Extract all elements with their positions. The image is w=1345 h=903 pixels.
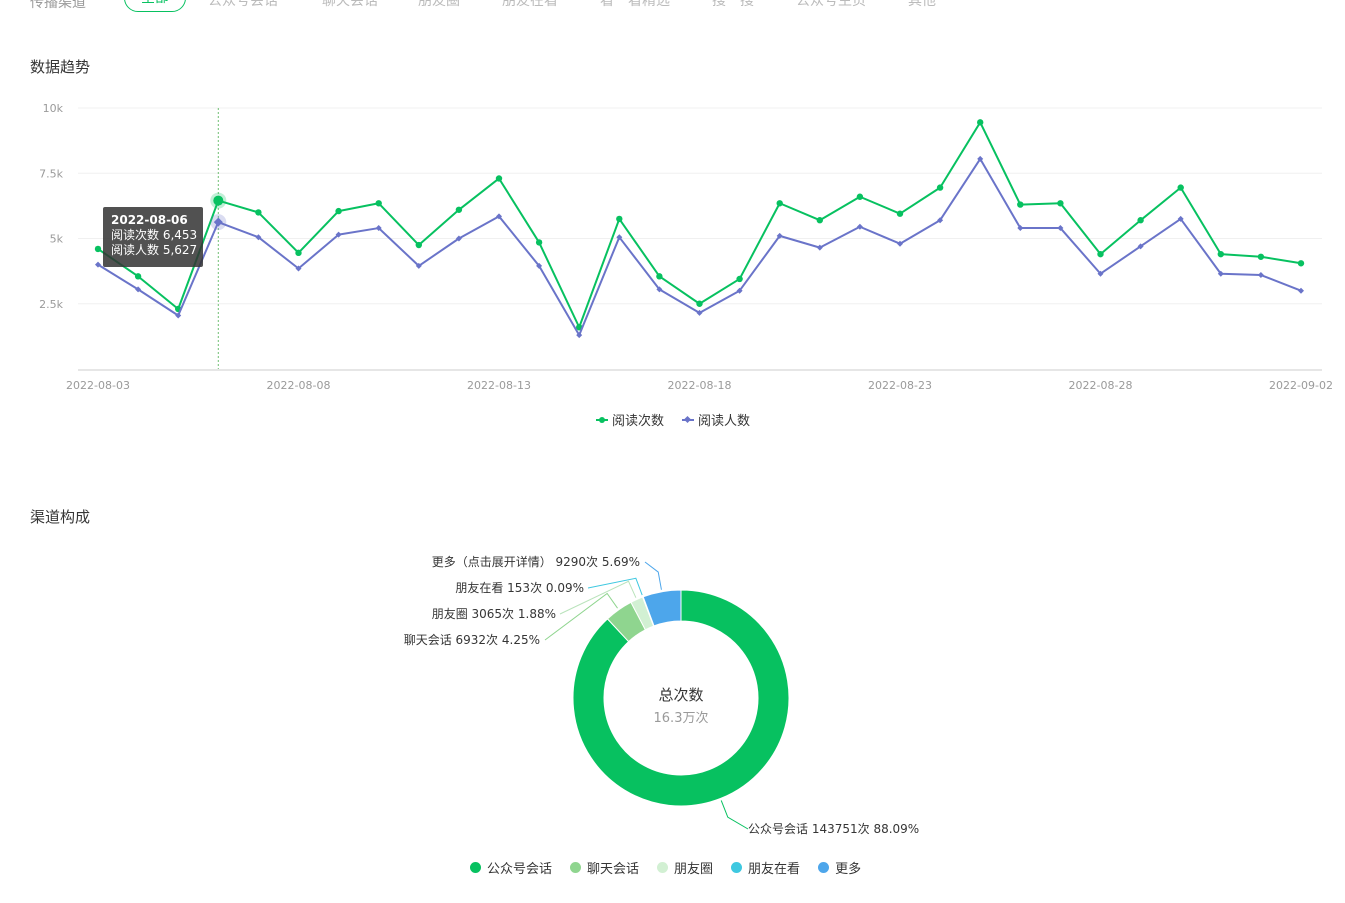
legend-dot-chat-session: [570, 862, 582, 873]
legend-item-moments[interactable]: 朋友圈: [657, 858, 713, 877]
legend-label-official-account-session: 公众号会话: [487, 862, 553, 877]
legend-dot-moments: [657, 862, 669, 873]
slice-label-2: 朋友圈 3065次 1.88%: [432, 607, 556, 621]
slice-label-1: 聊天会话 6932次 4.25%: [404, 633, 540, 647]
donut-center-value: 16.3万次: [653, 711, 709, 726]
leader-line-4: [644, 561, 662, 590]
legend-label-moments: 朋友圈: [674, 862, 714, 877]
slice-label-3: 朋友在看 153次 0.09%: [455, 581, 584, 595]
donut-legend: 公众号会话 聊天会话 朋友圈 朋友在看 更多: [470, 858, 861, 877]
legend-dot-more: [818, 862, 830, 873]
slice-label-4: 更多（点击展开详情） 9290次 5.69%: [432, 554, 640, 569]
legend-item-more[interactable]: 更多: [818, 858, 861, 877]
legend-dot-official-account-session: [470, 862, 481, 873]
legend-label-more: 更多: [835, 862, 862, 877]
slice-label-0: 公众号会话 143751次 88.09%: [748, 822, 919, 836]
leader-line-0: [720, 800, 749, 830]
donut-center-title: 总次数: [658, 686, 704, 704]
channel-donut-chart[interactable]: 公众号会话 143751次 88.09% 聊天会话 6932次 4.25% 朋友圈 …: [0, 0, 1345, 903]
legend-label-friends-watching: 朋友在看: [748, 862, 801, 877]
legend-item-chat-session[interactable]: 聊天会话: [570, 858, 639, 877]
legend-label-chat-session: 聊天会话: [587, 862, 640, 877]
legend-item-official-account-session[interactable]: 公众号会话: [470, 858, 552, 877]
legend-item-friends-watching[interactable]: 朋友在看: [731, 858, 800, 877]
legend-dot-friends-watching: [731, 862, 743, 873]
